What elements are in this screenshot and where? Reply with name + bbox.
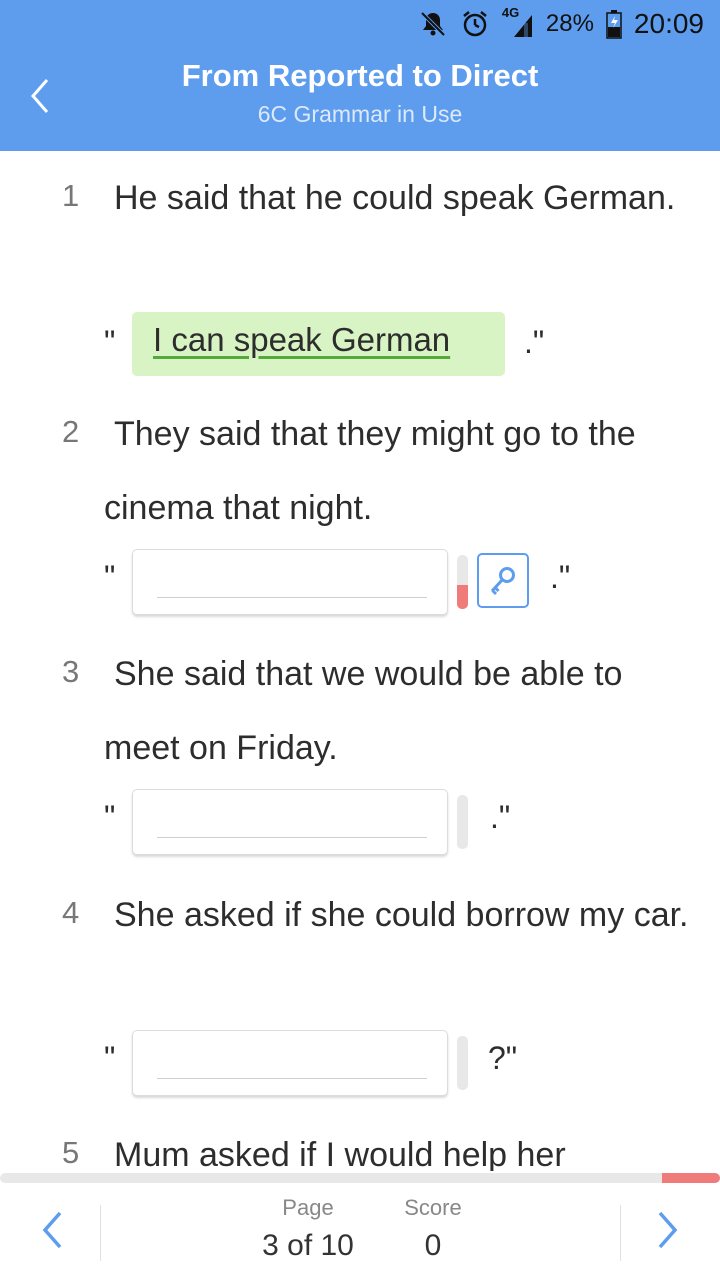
answer-correct: I can speak German bbox=[132, 312, 505, 376]
key-icon bbox=[490, 566, 515, 595]
score-value: 0 bbox=[424, 1229, 442, 1262]
network-label: 4G bbox=[501, 5, 520, 20]
answer-input[interactable] bbox=[132, 549, 448, 615]
bell-off-icon bbox=[418, 9, 448, 39]
open-quote: " bbox=[104, 799, 116, 835]
attempt-meter bbox=[457, 795, 468, 849]
input-underline bbox=[157, 597, 427, 598]
page-label: Page bbox=[282, 1195, 334, 1220]
open-quote: " bbox=[104, 1040, 116, 1076]
page-title: From Reported to Direct bbox=[181, 58, 539, 93]
question-number: 3 bbox=[62, 654, 80, 689]
question-number: 5 bbox=[62, 1135, 80, 1170]
input-underline bbox=[157, 837, 427, 838]
question-text: She asked if she could borrow my car. bbox=[114, 896, 689, 934]
prev-page-button[interactable] bbox=[30, 1205, 74, 1255]
open-quote: " bbox=[104, 324, 116, 360]
status-bar: 4G 28% 20:09 bbox=[418, 5, 704, 42]
close-quote: ?" bbox=[488, 1040, 518, 1076]
open-quote: " bbox=[104, 559, 116, 595]
close-quote: ." bbox=[490, 799, 511, 835]
question-number: 2 bbox=[62, 414, 80, 449]
question-text: She said that we would be able to meet o… bbox=[104, 655, 623, 767]
divider bbox=[100, 1205, 101, 1261]
clock: 20:09 bbox=[633, 8, 704, 39]
attempt-meter bbox=[457, 555, 468, 609]
page-indicator: Page 3 of 10 bbox=[248, 1195, 368, 1263]
meter-fill bbox=[457, 584, 468, 609]
divider bbox=[620, 1205, 621, 1261]
progress-fill bbox=[662, 1173, 720, 1183]
exercise-content[interactable]: 1 He said that he could speak German. " … bbox=[0, 151, 720, 1171]
question-text: He said that he could speak German. bbox=[114, 179, 676, 217]
input-underline bbox=[157, 1078, 427, 1079]
answer-row: " ." bbox=[104, 549, 704, 619]
next-page-button[interactable] bbox=[646, 1205, 690, 1255]
progress-bar bbox=[0, 1173, 720, 1183]
battery-icon bbox=[606, 9, 622, 39]
answer-row: " I can speak German ." bbox=[104, 312, 704, 382]
question-number: 1 bbox=[62, 178, 80, 213]
close-quote: ." bbox=[550, 559, 571, 595]
hint-button[interactable] bbox=[477, 553, 529, 608]
question-text: They said that they might go to the cine… bbox=[104, 415, 636, 527]
page-subtitle: 6C Grammar in Use bbox=[257, 101, 463, 127]
question-number: 4 bbox=[62, 895, 80, 930]
close-quote: ." bbox=[524, 324, 545, 360]
chevron-left-icon bbox=[42, 1211, 62, 1249]
signal-icon: 4G bbox=[502, 5, 534, 39]
answer-input[interactable] bbox=[132, 1030, 448, 1096]
question-text: Mum asked if I would help her bbox=[114, 1136, 566, 1171]
footer-nav: Page 3 of 10 Score 0 bbox=[0, 1183, 720, 1280]
answer-row: " ." bbox=[104, 789, 704, 859]
score-indicator: Score 0 bbox=[393, 1195, 473, 1263]
answer-row: " ?" bbox=[104, 1030, 704, 1100]
answer-input[interactable] bbox=[132, 789, 448, 855]
attempt-meter bbox=[457, 1036, 468, 1090]
alarm-icon bbox=[460, 9, 490, 39]
battery-percent: 28% bbox=[545, 10, 594, 37]
score-label: Score bbox=[404, 1195, 462, 1220]
app-header: 4G 28% 20:09 From Reported to Direct 6C … bbox=[0, 0, 720, 151]
page-value: 3 of 10 bbox=[262, 1229, 354, 1262]
answer-text: I can speak German bbox=[153, 321, 451, 358]
chevron-right-icon bbox=[658, 1211, 678, 1249]
